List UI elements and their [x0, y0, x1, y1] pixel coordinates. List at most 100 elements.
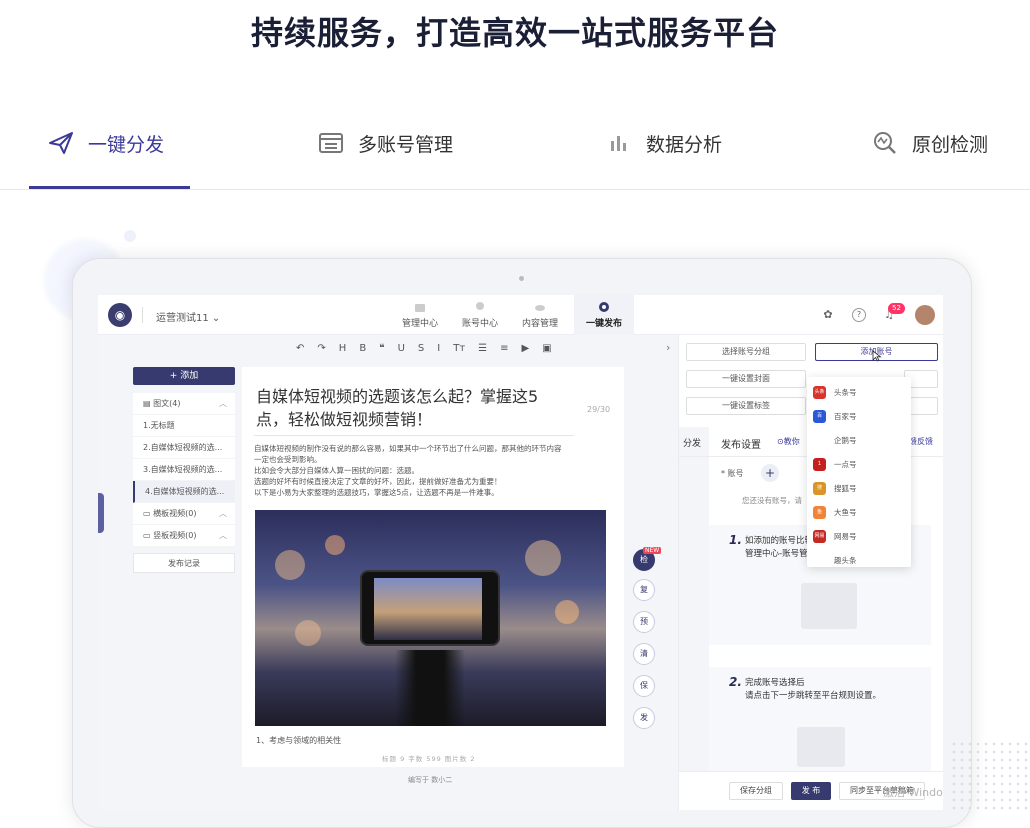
platform-name: 一点号: [834, 459, 857, 469]
nav-management-center[interactable]: 管理中心: [390, 295, 450, 335]
list-item[interactable]: 3.自媒体短视频的选...: [133, 459, 235, 481]
platform-option[interactable]: 企鹅号: [813, 431, 857, 449]
app-screen: ◉ 运营测试11 ⌄ 管理中心 账号中心 内容管理 一键发布 ✿ ? ♫ 52 …: [98, 295, 943, 810]
align-icon[interactable]: ≡: [500, 343, 508, 354]
platform-logo-icon: 1: [813, 457, 826, 471]
article-stats: 标题 9 字数 599 图片数 2: [382, 755, 476, 763]
list-item[interactable]: 2.自媒体短视频的选...: [133, 437, 235, 459]
bokeh-light: [275, 550, 305, 580]
add-account-plus-button[interactable]: +: [761, 464, 779, 482]
image-icon[interactable]: ▣: [542, 343, 551, 354]
paper-plane-icon: [49, 132, 73, 154]
side-handle[interactable]: [98, 493, 104, 533]
tip-illustration: [797, 727, 845, 767]
chevron-up-icon: ︿: [219, 399, 227, 408]
strikethrough-icon[interactable]: S: [418, 343, 424, 354]
article-image[interactable]: [255, 510, 606, 726]
list-item-selected[interactable]: 4.自媒体短视频的选...: [133, 481, 235, 503]
heading-icon[interactable]: H: [339, 343, 347, 354]
preview-button[interactable]: 预: [633, 611, 655, 633]
bokeh-light: [325, 535, 345, 555]
platform-option[interactable]: 头条 头条号: [813, 383, 857, 401]
tab-originality-check[interactable]: 原创检测: [872, 128, 988, 158]
platform-option[interactable]: 搜搜狐号: [813, 479, 857, 497]
tip-number: 1.: [729, 533, 742, 547]
set-cover-button[interactable]: 一键设置封面: [686, 370, 806, 388]
feature-tabs: 一键分发 多账号管理 数据分析 原创检测: [0, 110, 1030, 190]
platform-option[interactable]: 百百家号: [813, 407, 857, 425]
platform-name: 网易号: [834, 531, 857, 541]
bokeh-light: [295, 620, 321, 646]
platform-option[interactable]: 1 一点号: [813, 455, 857, 473]
publish-button[interactable]: 发 布: [791, 782, 831, 800]
list-item[interactable]: 1.无标题: [133, 415, 235, 437]
save-button[interactable]: 保: [633, 675, 655, 697]
cloud-icon: [535, 305, 545, 311]
nav-account-center[interactable]: 账号中心: [450, 295, 510, 335]
undo-icon[interactable]: ↶: [296, 343, 304, 354]
select-group-button[interactable]: 选择账号分组: [686, 343, 806, 361]
theme-icon[interactable]: ✿: [821, 308, 835, 322]
divider: [254, 435, 574, 436]
tutorial-link[interactable]: ⊙教你: [777, 436, 800, 447]
bullet-list-icon[interactable]: ☰: [478, 343, 487, 354]
platform-option[interactable]: 趣头条: [813, 551, 857, 569]
text-size-icon[interactable]: Tт: [453, 343, 465, 354]
nav-content-management[interactable]: 内容管理: [510, 295, 570, 335]
platform-name: 头条号: [834, 387, 857, 397]
video-icon[interactable]: ▶: [522, 343, 530, 354]
group-vertical-video[interactable]: ▭ 竖板视频(0) ︿: [133, 525, 235, 547]
feedback-link[interactable]: 馈反馈: [909, 436, 933, 447]
tab-one-click-publish[interactable]: 一键分发: [48, 128, 164, 158]
platform-option[interactable]: 鱼大鱼号: [813, 503, 857, 521]
bulb-icon: [476, 302, 484, 310]
platform-logo-icon: 搜: [813, 481, 826, 495]
tab-multi-account[interactable]: 多账号管理: [318, 128, 453, 158]
article-body[interactable]: 自媒体短视频的制作没有说的那么容易，如果其中一个环节出了什么问题，那其他的环节内…: [254, 443, 614, 498]
app-topbar: ◉ 运营测试11 ⌄ 管理中心 账号中心 内容管理 一键发布 ✿ ? ♫ 52: [98, 295, 943, 335]
chevron-up-icon: ︿: [219, 531, 227, 540]
article-title[interactable]: 自媒体短视频的选题该怎么起？掌握这5点，轻松做短视频营销！: [256, 385, 556, 431]
nav-one-click-publish[interactable]: 一键发布: [574, 295, 634, 335]
platform-option[interactable]: 网易 网易号: [813, 527, 857, 545]
clear-button[interactable]: 清: [633, 643, 655, 665]
bold-icon[interactable]: B: [359, 343, 366, 354]
editor-toolbar: ↶ ↷ H B ❝ U S I Tт ☰ ≡ ▶ ▣: [296, 343, 552, 354]
notification-badge: 52: [888, 303, 905, 314]
publish-record-button[interactable]: 发布记录: [133, 553, 235, 573]
bokeh-light: [525, 540, 561, 576]
group-article[interactable]: ▤ 图文(4) ︿: [133, 393, 235, 415]
copy-button[interactable]: 复: [633, 579, 655, 601]
tab-publish-settings[interactable]: 发布设置: [721, 436, 761, 451]
quote-icon[interactable]: ❝: [379, 343, 384, 354]
avatar[interactable]: [915, 305, 935, 325]
camera-icon: ▭: [143, 531, 154, 540]
save-group-button[interactable]: 保存分组: [729, 782, 783, 800]
help-icon[interactable]: ?: [852, 308, 866, 322]
editor-canvas[interactable]: 自媒体短视频的选题该怎么起？掌握这5点，轻松做短视频营销！ 29/30 自媒体短…: [242, 367, 624, 767]
article-list-panel: + 添加 ▤ 图文(4) ︿ 1.无标题 2.自媒体短视频的选... 3.自媒体短…: [133, 367, 235, 573]
platform-logo-icon: [813, 553, 826, 567]
editor-footer: 编写于 数小二: [408, 776, 453, 784]
org-selector[interactable]: 运营测试11 ⌄: [156, 309, 220, 324]
platform-name: 搜狐号: [834, 483, 857, 493]
phone-on-tripod: [360, 570, 500, 646]
underline-icon[interactable]: U: [398, 343, 405, 354]
no-account-hint: 您还没有账号，请: [742, 496, 802, 505]
editor-area: ↶ ↷ H B ❝ U S I Tт ☰ ≡ ▶ ▣ + 添加 ▤ 图文(4) ︿ 1.无标题 2.自媒体…: [98, 335, 678, 810]
account-panel-icon: [319, 133, 343, 153]
rocket-icon: [599, 302, 609, 312]
tab-data-analysis[interactable]: 数据分析: [608, 128, 722, 158]
title-char-count: 29/30: [587, 405, 611, 414]
collapse-chevron-icon[interactable]: ›: [666, 341, 670, 354]
activation-watermark: 激活 Windo: [883, 786, 943, 799]
send-button[interactable]: 发: [633, 707, 655, 729]
set-tag-button[interactable]: 一键设置标签: [686, 397, 806, 415]
redo-icon[interactable]: ↷: [317, 343, 325, 354]
platform-name: 百家号: [834, 411, 857, 421]
italic-icon[interactable]: I: [437, 343, 440, 354]
app-logo-icon[interactable]: ◉: [108, 303, 132, 327]
group-horizontal-video[interactable]: ▭ 横板视频(0) ︿: [133, 503, 235, 525]
tab-distribute[interactable]: 分发: [683, 436, 701, 449]
add-button[interactable]: + 添加: [133, 367, 235, 385]
